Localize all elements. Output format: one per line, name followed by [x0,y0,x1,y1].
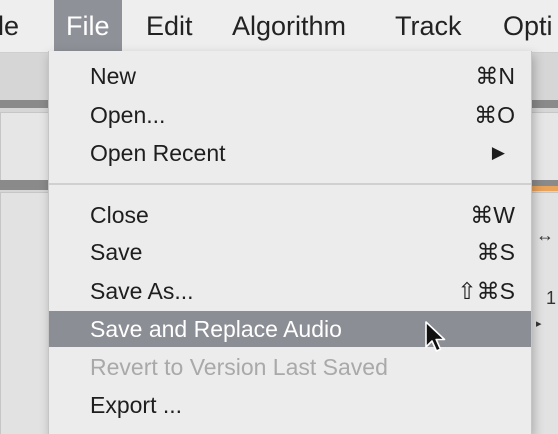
shortcut-label: ⌘O [474,102,515,128]
menu-item-label: Open Recent [90,140,226,166]
menu-item-label: Close [90,202,149,228]
expand-triangle-icon[interactable]: ▸ [536,317,542,330]
shortcut-label: ⌘W [470,202,515,228]
menu-app[interactable]: le [0,0,19,52]
menu-item-open-recent[interactable]: Open Recent ▶ [49,135,531,171]
menu-item-label: Export ... [90,392,183,418]
menu-bar: le File Edit Algorithm Track Opti [0,0,558,53]
shortcut-label: ⇧⌘S [457,278,515,304]
menu-item-close[interactable]: Close ⌘W [49,197,531,233]
menu-algorithm[interactable]: Algorithm [232,0,346,52]
screen: ↔ 1 ▸ le File Edit Algorithm Track Opti … [0,0,558,434]
menu-item-label: Open... [90,102,166,128]
menu-item-save-and-replace-audio[interactable]: Save and Replace Audio [49,311,531,347]
menu-item-revert-to-version: Revert to Version Last Saved [49,349,531,385]
ruler-number: 1 [546,288,557,308]
shortcut-label: ⌘S [476,239,515,265]
menu-item-save-as[interactable]: Save As... ⇧⌘S [49,273,531,309]
resize-arrows-icon[interactable]: ↔ [536,225,554,246]
menu-item-export[interactable]: Export ... [49,387,531,423]
menu-item-label: Revert to Version Last Saved [90,354,388,380]
menu-track[interactable]: Track [395,0,462,52]
selection-highlight [530,186,558,191]
menu-item-label: Save and Replace Audio [90,316,342,342]
menu-item-label: Save As... [90,278,194,304]
arrow-pointer-icon [425,321,446,352]
chevron-right-icon: ▶ [491,143,505,162]
shortcut-label: ⌘N [475,63,515,89]
menu-edit[interactable]: Edit [146,0,193,52]
menu-options[interactable]: Opti [503,0,553,52]
menu-file[interactable]: File [54,0,122,52]
menu-item-label: New [90,63,137,89]
menu-item-save[interactable]: Save ⌘S [49,234,531,270]
menu-item-open[interactable]: Open... ⌘O [49,97,531,133]
menu-item-label: Save [90,239,143,265]
menu-separator [49,183,531,185]
menu-item-new[interactable]: New ⌘N [49,58,531,94]
file-menu-dropdown: New ⌘N Open... ⌘O Open Recent ▶ Close ⌘W… [48,51,532,434]
